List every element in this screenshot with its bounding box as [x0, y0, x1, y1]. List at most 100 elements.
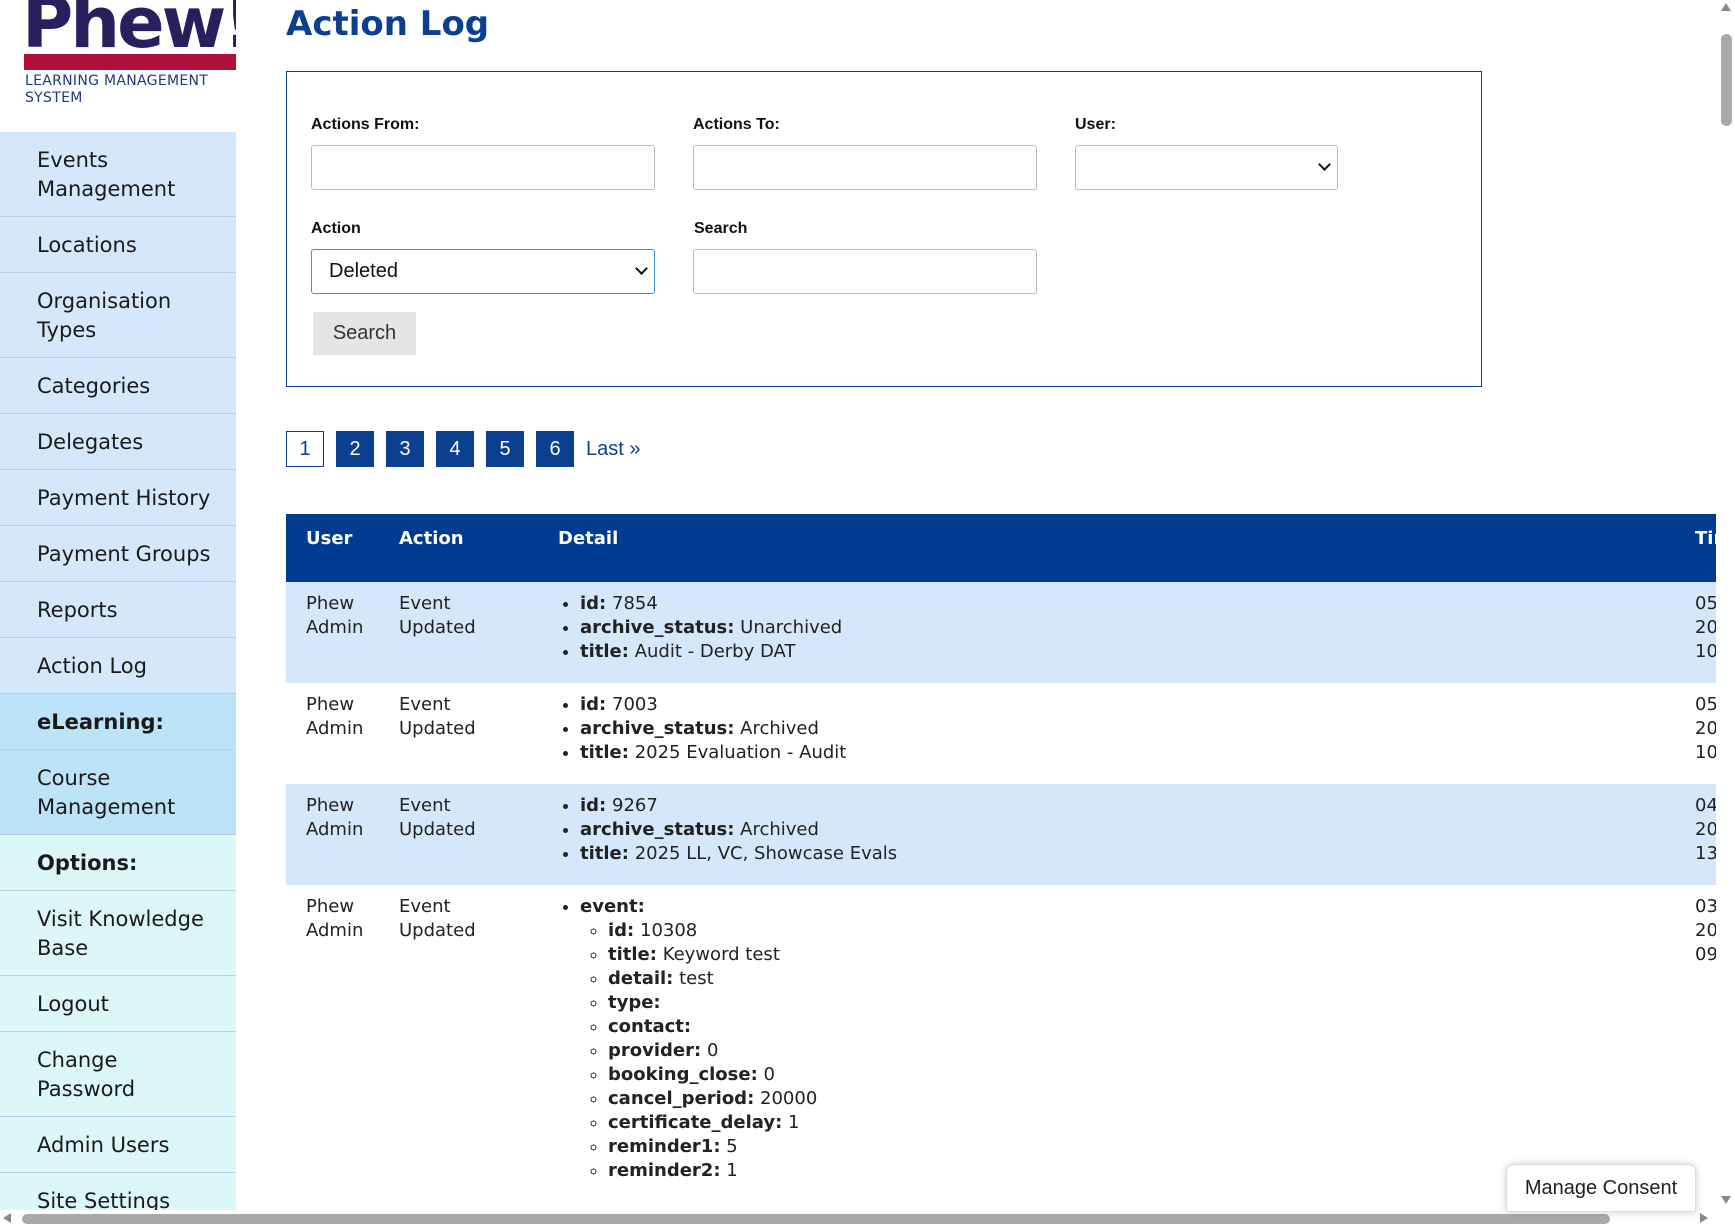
time-fragment: 13: [1695, 843, 1716, 864]
search-input[interactable]: [693, 249, 1037, 294]
chevron-down-icon: [635, 262, 648, 275]
page-link[interactable]: 5: [486, 431, 524, 467]
header-detail: Detail: [558, 528, 619, 549]
sidebar-item[interactable]: Categories: [0, 358, 236, 414]
detail-value: 7003: [612, 694, 658, 715]
detail-key: title:: [580, 742, 629, 763]
row-action: Event Updated: [399, 694, 476, 739]
detail-item: type:: [608, 991, 817, 1015]
action-select[interactable]: Deleted: [311, 249, 655, 294]
detail-item: id: 7003: [580, 693, 846, 717]
sidebar-item[interactable]: Action Log: [0, 638, 236, 694]
detail-key: detail:: [608, 968, 674, 989]
sidebar-item[interactable]: Payment History: [0, 470, 236, 526]
page-link[interactable]: 4: [436, 431, 474, 467]
detail-item: title: Audit - Derby DAT: [580, 640, 842, 664]
pagination: 1 2 3 4 5 6 Last »: [286, 431, 640, 467]
sidebar-item[interactable]: Reports: [0, 582, 236, 638]
detail-value: Archived: [740, 819, 819, 840]
sidebar-item[interactable]: Events Management: [0, 132, 236, 217]
filter-panel: Actions From: Actions To: User: Action D…: [286, 71, 1482, 387]
actions-to-input[interactable]: [693, 145, 1037, 190]
search-button[interactable]: Search: [313, 312, 416, 355]
horizontal-scroll-thumb[interactable]: [22, 1214, 1610, 1224]
page-link[interactable]: 3: [386, 431, 424, 467]
sidebar-item[interactable]: Visit Knowledge Base: [0, 891, 236, 976]
detail-item: reminder1: 5: [608, 1135, 817, 1159]
detail-item: provider: 0: [608, 1039, 817, 1063]
detail-item: id: 10308: [608, 919, 817, 943]
detail-item: title: Keyword test: [608, 943, 817, 967]
horizontal-scrollbar[interactable]: [0, 1210, 1735, 1227]
detail-value: 10308: [640, 920, 698, 941]
user-label: User:: [1075, 116, 1116, 133]
action-label: Action: [311, 220, 361, 237]
detail-key: archive_status:: [580, 617, 735, 638]
detail-item: archive_status: Archived: [580, 717, 846, 741]
time-fragment: 03: [1695, 896, 1716, 917]
detail-item: reminder2: 1: [608, 1159, 817, 1183]
sidebar-item[interactable]: Site Settings: [0, 1173, 236, 1210]
vertical-scrollbar[interactable]: [1717, 0, 1735, 1210]
row-time: 05 20 10: [1695, 693, 1716, 765]
row-user: Phew Admin: [306, 795, 364, 840]
scroll-up-icon[interactable]: [1721, 3, 1731, 11]
user-select[interactable]: [1075, 145, 1338, 190]
page-link[interactable]: 6: [536, 431, 574, 467]
detail-key: booking_close:: [608, 1064, 758, 1085]
detail-key: reminder2:: [608, 1160, 721, 1181]
detail-value: 2025 LL, VC, Showcase Evals: [634, 843, 898, 864]
time-fragment: 20: [1695, 819, 1716, 840]
detail-value: 5: [726, 1136, 738, 1157]
detail-key: certificate_delay:: [608, 1112, 783, 1133]
sidebar-item[interactable]: Delegates: [0, 414, 236, 470]
vertical-scroll-thumb[interactable]: [1721, 34, 1732, 126]
logo-subtitle: LEARNING MANAGEMENT SYSTEM: [25, 73, 209, 106]
scroll-left-icon[interactable]: [3, 1213, 11, 1223]
detail-value: Keyword test: [662, 944, 780, 965]
detail-value: Audit - Derby DAT: [634, 641, 796, 662]
search-label: Search: [694, 220, 748, 237]
scroll-right-icon[interactable]: [1700, 1213, 1708, 1223]
sidebar-item[interactable]: Payment Groups: [0, 526, 236, 582]
page-last-link[interactable]: Last »: [586, 438, 640, 461]
detail-key: id:: [580, 593, 607, 614]
detail-key: contact:: [608, 1016, 692, 1037]
detail-key: title:: [608, 944, 657, 965]
manage-consent-button[interactable]: Manage Consent: [1506, 1164, 1696, 1212]
detail-key: id:: [608, 920, 635, 941]
detail-key: archive_status:: [580, 718, 735, 739]
sidebar-item[interactable]: Organisation Types: [0, 273, 236, 358]
action-log-table: User Action Detail Time (UTC) Phew Admin…: [286, 514, 1716, 1185]
row-time: 05 20 10: [1695, 592, 1716, 664]
detail-item: archive_status: Unarchived: [580, 616, 842, 640]
detail-value: Unarchived: [740, 617, 843, 638]
sidebar-item[interactable]: Course Management: [0, 750, 236, 835]
actions-from-label: Actions From:: [311, 116, 420, 133]
time-fragment: 05: [1695, 593, 1716, 614]
table-row: Phew AdminEvent Updatedid: 9267archive_s…: [286, 784, 1716, 885]
page-link[interactable]: 1: [286, 431, 324, 467]
time-fragment: 10: [1695, 641, 1716, 662]
sidebar-item[interactable]: Admin Users: [0, 1117, 236, 1173]
time-fragment: 20: [1695, 617, 1716, 638]
row-time: 03 20 09: [1695, 895, 1716, 967]
detail-value: 9267: [612, 795, 658, 816]
time-fragment: 20: [1695, 920, 1716, 941]
row-action: Event Updated: [399, 795, 476, 840]
time-fragment: 04: [1695, 795, 1716, 816]
detail-item: certificate_delay: 1: [608, 1111, 817, 1135]
row-detail: id: 7003archive_status: Archivedtitle: 2…: [558, 693, 846, 765]
header-time: Time (UTC): [1695, 528, 1716, 549]
site-logo[interactable]: Phew! LEARNING MANAGEMENT SYSTEM: [0, 0, 236, 132]
detail-key: event:: [580, 896, 645, 917]
sidebar-item[interactable]: Change Password: [0, 1032, 236, 1117]
detail-key: title:: [580, 641, 629, 662]
page-link[interactable]: 2: [336, 431, 374, 467]
actions-from-input[interactable]: [311, 145, 655, 190]
sidebar-item[interactable]: Locations: [0, 217, 236, 273]
sidebar-heading: Options:: [0, 835, 236, 891]
scroll-down-icon[interactable]: [1721, 1196, 1731, 1204]
sidebar-item[interactable]: Logout: [0, 976, 236, 1032]
sidebar-heading: eLearning:: [0, 694, 236, 750]
